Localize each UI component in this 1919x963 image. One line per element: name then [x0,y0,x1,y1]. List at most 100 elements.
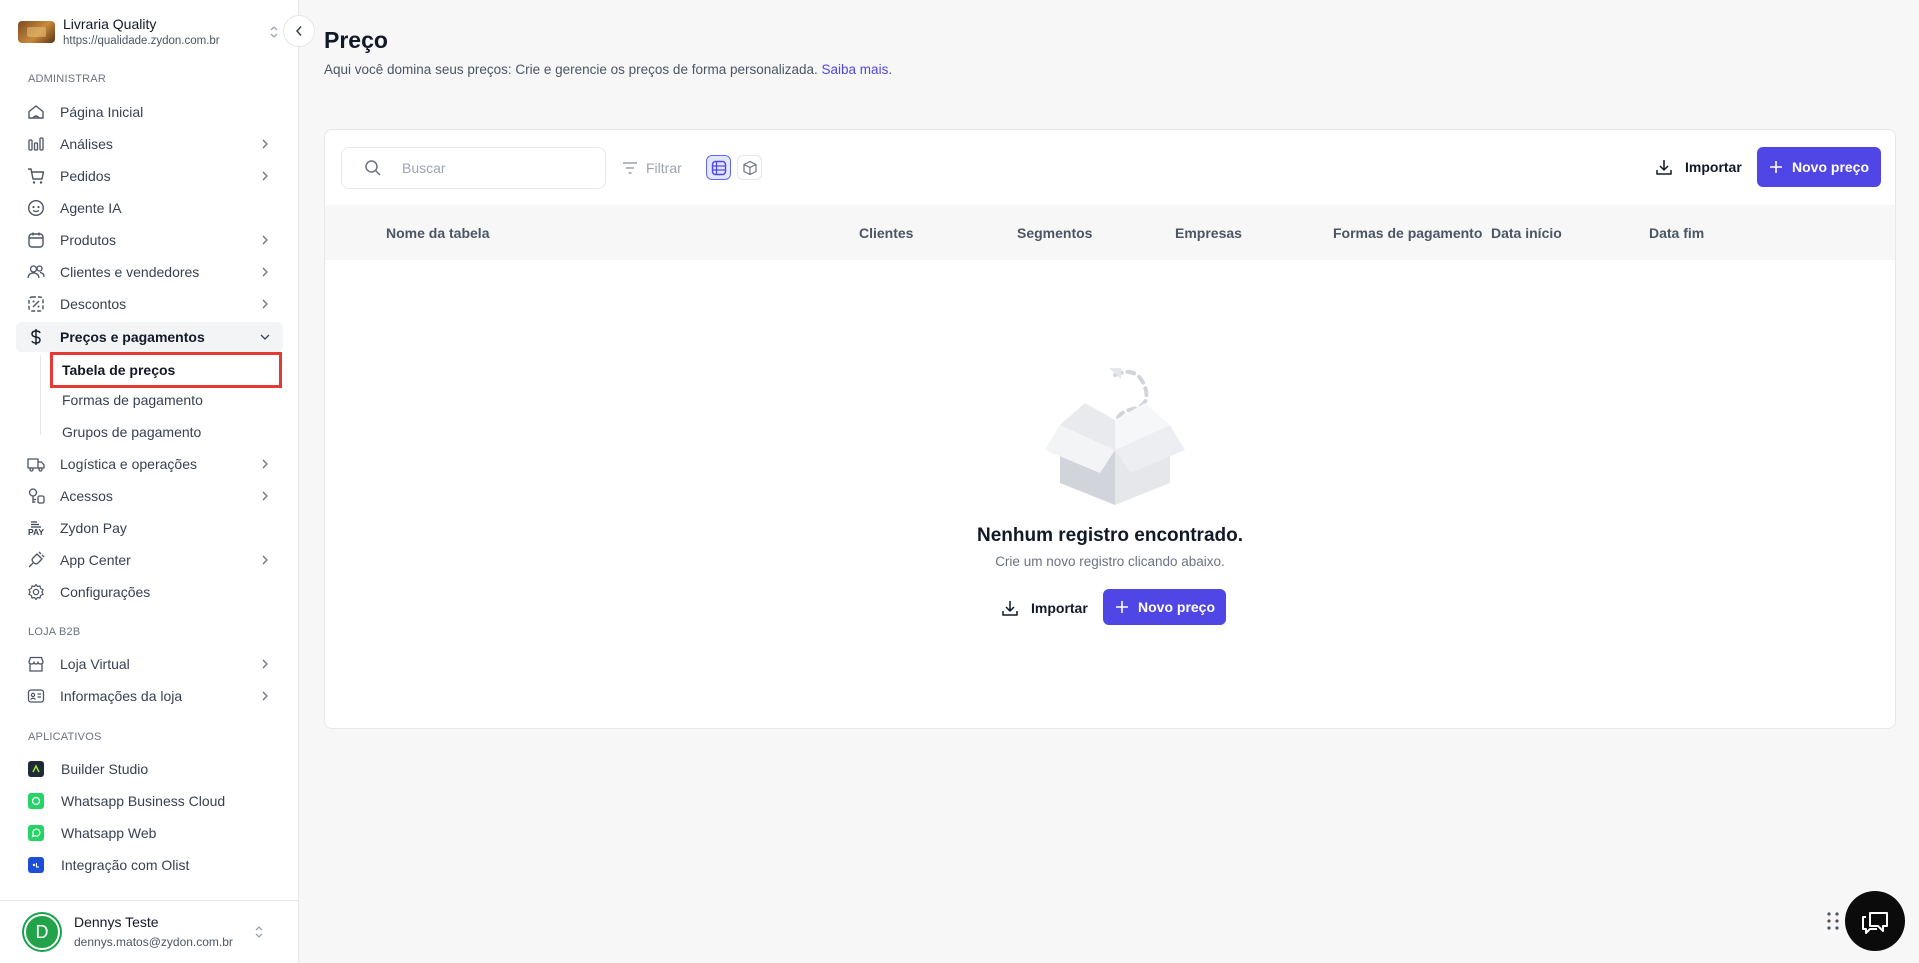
nav-label: Loja Virtual [60,656,130,672]
description-text: Aqui você domina seus preços: Crie e ger… [324,62,818,77]
id-card-icon [27,687,45,705]
empty-state-title: Nenhum registro encontrado. [976,525,1244,546]
key-icon [27,487,45,505]
brand-name: Livraria Quality [63,15,157,32]
nav-label: Descontos [60,296,127,312]
whatsapp-cloud-icon [28,793,44,809]
column-header[interactable]: Segmentos [1017,205,1092,260]
prices-card: Filtrar Importar Novo preço Nome da tabe… [324,129,1896,729]
column-header[interactable]: Formas de pagamento [1333,205,1482,260]
filter-icon [622,161,638,175]
empty-box-illustration [1045,365,1185,525]
plus-icon [1115,600,1129,614]
chevron-right-icon [257,136,273,152]
section-label-store: LOJA B2B [28,626,81,638]
nav-item-analytics[interactable]: Análises [16,130,283,158]
nav-item-orders[interactable]: Pedidos [16,162,283,190]
app-item-whatsapp-web[interactable]: Whatsapp Web [16,819,283,847]
switch-arrows-icon[interactable] [253,924,265,940]
app-item-builder[interactable]: Builder Studio [16,755,283,783]
sub-item-price-table[interactable]: Tabela de preços [50,352,282,388]
page-description: Aqui você domina seus preços: Crie e ger… [324,62,892,77]
nav-label: Análises [60,136,113,152]
app-label: Whatsapp Web [61,825,157,841]
drag-handle-icon[interactable] [1826,911,1840,931]
column-header[interactable]: Nome da tabela [386,205,489,260]
nav-item-products[interactable]: Produtos [16,226,283,254]
empty-state-subtitle: Crie um novo registro clicando abaixo. [995,554,1225,569]
new-price-button[interactable]: Novo preço [1757,147,1881,187]
import-button[interactable]: Importar [1655,158,1742,176]
users-icon [27,263,45,281]
switch-arrows-icon[interactable] [268,24,280,40]
nav-item-store-info[interactable]: Informações da loja [16,682,283,710]
cart-icon [27,167,45,185]
empty-import-button[interactable]: Importar [1001,599,1088,617]
column-header[interactable]: Data fim [1649,205,1704,260]
brand-switcher[interactable]: Livraria Quality https://qualidade.zydon… [18,12,288,52]
user-menu[interactable]: D Dennys Teste dennys.matos@zydon.com.br [0,900,299,963]
nav-item-logistics[interactable]: Logística e operações [16,450,283,478]
search-icon [364,159,382,177]
search-input[interactable] [402,160,582,176]
nav-item-discounts[interactable]: Descontos [16,290,283,318]
nav-item-home[interactable]: Página Inicial [16,98,283,126]
sidebar: Livraria Quality https://qualidade.zydon… [0,0,299,963]
nav-label: Preços e pagamentos [60,329,205,345]
empty-new-price-button[interactable]: Novo preço [1103,589,1226,625]
olist-icon [28,857,44,873]
nav-item-prices[interactable]: Preços e pagamentos [16,322,283,352]
chevron-right-icon [257,456,273,472]
truck-icon [27,455,45,473]
table-view-toggle[interactable] [706,155,731,180]
chevron-down-icon [257,329,273,345]
column-header[interactable]: Clientes [859,205,913,260]
chevron-right-icon [257,688,273,704]
chat-button[interactable] [1845,891,1905,951]
nav-item-clients[interactable]: Clientes e vendedores [16,258,283,286]
table-header: Nome da tabela Clientes Segmentos Empres… [325,205,1895,260]
gear-icon [27,583,45,601]
plug-icon [27,551,45,569]
nav-item-access[interactable]: Acessos [16,482,283,510]
nav-label: Acessos [60,488,113,504]
nav-item-app-center[interactable]: App Center [16,546,283,574]
card-view-toggle[interactable] [737,155,762,180]
nav-item-settings[interactable]: Configurações [16,578,283,606]
bar-chart-icon [27,135,45,153]
nav-label: Pedidos [60,168,111,184]
column-header[interactable]: Empresas [1175,205,1242,260]
app-label: Whatsapp Business Cloud [61,793,226,809]
sub-item-payment-groups[interactable]: Grupos de pagamento [50,417,282,447]
app-label: Builder Studio [61,761,149,777]
whatsapp-icon [28,825,44,841]
nav-item-ai-agent[interactable]: Agente IA [16,194,283,222]
nav-item-virtual-store[interactable]: Loja Virtual [16,650,283,678]
chevron-right-icon [257,552,273,568]
learn-more-link[interactable]: Saiba mais [822,62,889,77]
chat-icon [1860,907,1890,935]
collapse-sidebar-button[interactable] [283,15,315,47]
search-box[interactable] [341,147,606,189]
sub-item-payment-methods[interactable]: Formas de pagamento [50,385,282,415]
column-header[interactable]: Data início [1491,205,1562,260]
nav-label: Clientes e vendedores [60,264,200,280]
chevron-left-icon [294,25,304,37]
nav-item-zydon-pay[interactable]: PAY Zydon Pay [16,514,283,542]
new-price-label: Novo preço [1792,159,1870,175]
app-item-whatsapp-cloud[interactable]: Whatsapp Business Cloud [16,787,283,815]
nav-label: Logística e operações [60,456,197,472]
nav-label: Agente IA [60,200,122,216]
builder-studio-icon [28,761,44,777]
new-price-label: Novo preço [1138,599,1216,615]
app-item-olist[interactable]: Integração com Olist [16,851,283,879]
avatar: D [24,914,60,950]
download-icon [1655,158,1673,176]
nav-label: Produtos [60,232,117,248]
import-label: Importar [1685,159,1742,175]
filter-button[interactable]: Filtrar [622,156,682,180]
nav-label: Configurações [60,584,151,600]
nav-label: Página Inicial [60,104,144,120]
dollar-icon [27,328,45,346]
table-view-icon [711,160,727,176]
